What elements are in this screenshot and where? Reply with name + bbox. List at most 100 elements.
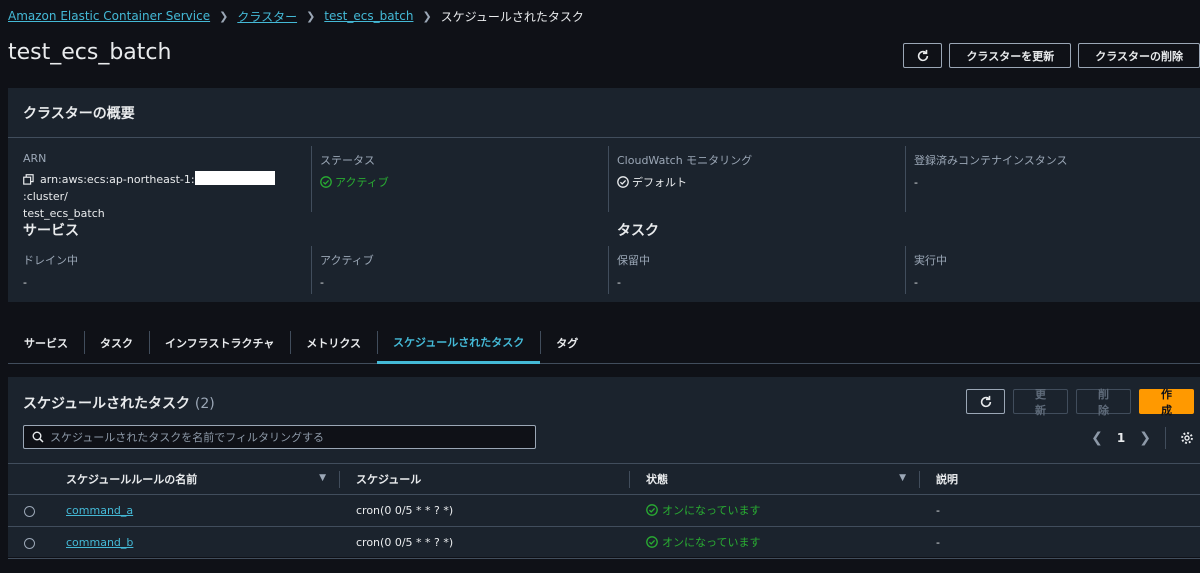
running-label: 実行中	[914, 254, 947, 267]
current-page[interactable]: 1	[1117, 431, 1125, 445]
column-header-rule-name[interactable]: スケジュールルールの名前 ▼	[50, 464, 340, 495]
column-header-label: スケジュールルールの名前	[66, 473, 198, 486]
tasks-title-text: スケジュールされたタスク	[23, 396, 191, 412]
check-circle-icon	[617, 176, 629, 188]
tab-services[interactable]: サービス	[8, 323, 84, 363]
description-cell: -	[936, 504, 940, 517]
arn-cell: ARN arn:aws:ecs:ap-northeast-1::cluster/…	[23, 152, 303, 222]
cluster-overview-panel: クラスターの概要 ARN arn:aws:ecs:ap-northeast-1:…	[8, 88, 1200, 302]
row-radio[interactable]	[24, 537, 35, 549]
breadcrumb-current: スケジュールされたタスク	[440, 9, 584, 24]
divider	[608, 246, 609, 294]
check-circle-icon	[646, 504, 658, 516]
page-title: test_ecs_batch	[8, 40, 172, 65]
table-header-row: スケジュールルールの名前 ▼ スケジュール 状態 ▼ 説明	[8, 463, 1200, 495]
instances-cell: 登録済みコンテナインスタンス -	[914, 152, 1068, 191]
sort-down-icon[interactable]: ▼	[319, 473, 326, 483]
tab-metrics[interactable]: メトリクス	[290, 323, 377, 363]
schedule-cell: cron(0 0/5 * * ? *)	[356, 536, 454, 549]
active-cell: アクティブ -	[320, 252, 374, 291]
copy-icon[interactable]	[23, 174, 34, 185]
cloudwatch-cell: CloudWatch モニタリング デフォルト	[617, 152, 752, 191]
scheduled-tasks-table: スケジュールルールの名前 ▼ スケジュール 状態 ▼ 説明 command_a …	[8, 463, 1200, 559]
state-text: オンになっています	[662, 536, 761, 549]
settings-icon[interactable]	[1180, 431, 1194, 445]
tab-scheduled-tasks[interactable]: スケジュールされたタスク	[377, 323, 541, 364]
table-row: command_b cron(0 0/5 * * ? *) オンになっています …	[8, 527, 1200, 559]
arn-suffix: :cluster/	[23, 190, 68, 203]
breadcrumb: Amazon Elastic Container Service ❯ クラスター…	[8, 7, 584, 25]
running-value: -	[914, 276, 918, 289]
tasks-title: スケジュールされたタスク (2)	[23, 393, 215, 413]
cluster-tabs: サービス タスク インフラストラクチャ メトリクス スケジュールされたタスク タ…	[8, 323, 1200, 364]
instances-value: -	[914, 176, 918, 189]
schedule-cell: cron(0 0/5 * * ? *)	[356, 504, 454, 517]
running-cell: 実行中 -	[914, 252, 947, 291]
column-header-schedule: スケジュール	[340, 464, 630, 495]
overview-title: クラスターの概要	[8, 88, 1200, 138]
arn-prefix: arn:aws:ecs:ap-northeast-1:	[40, 173, 195, 186]
cloudwatch-text: デフォルト	[632, 176, 687, 189]
arn-cluster-name: test_ecs_batch	[23, 207, 105, 220]
next-page-icon[interactable]: ❯	[1139, 430, 1151, 446]
draining-value: -	[23, 276, 27, 289]
pagination: ❮ 1 ❯	[1091, 427, 1194, 449]
row-select-cell	[8, 527, 50, 559]
divider	[1165, 427, 1166, 449]
refresh-icon	[980, 395, 991, 407]
column-header-description: 説明	[920, 464, 1200, 495]
rule-name-link[interactable]: command_b	[66, 536, 133, 549]
search-box	[23, 425, 536, 449]
check-circle-icon	[320, 176, 332, 188]
update-task-button[interactable]: 更新	[1013, 388, 1068, 417]
refresh-icon	[917, 49, 929, 61]
delete-cluster-button[interactable]: クラスターの削除	[1078, 43, 1200, 68]
prev-page-icon[interactable]: ❮	[1091, 430, 1103, 446]
sort-down-icon[interactable]: ▼	[899, 473, 906, 483]
update-cluster-button[interactable]: クラスターを更新	[949, 43, 1072, 68]
status-cell: ステータス アクティブ	[320, 152, 389, 191]
column-header-label: 説明	[936, 473, 958, 486]
state-cell: オンになっています	[630, 495, 920, 527]
description-cell: -	[936, 536, 940, 549]
pending-label: 保留中	[617, 254, 650, 267]
refresh-tasks-button[interactable]	[966, 389, 1005, 414]
state-text: オンになっています	[662, 504, 761, 517]
tab-tasks[interactable]: タスク	[84, 323, 149, 363]
status-value: アクティブ	[320, 174, 389, 191]
tab-tags[interactable]: タグ	[540, 323, 594, 363]
search-input[interactable]	[50, 430, 520, 444]
rule-name-cell: command_b	[50, 527, 340, 559]
tab-infrastructure[interactable]: インフラストラクチャ	[149, 323, 290, 363]
row-radio[interactable]	[24, 505, 35, 517]
chevron-right-icon: ❯	[422, 9, 432, 23]
divider	[311, 146, 312, 212]
tasks-count: (2)	[194, 396, 215, 412]
column-header-label: スケジュール	[356, 473, 422, 486]
table-row: command_a cron(0 0/5 * * ? *) オンになっています …	[8, 495, 1200, 527]
instances-label: 登録済みコンテナインスタンス	[914, 154, 1068, 167]
divider	[905, 246, 906, 294]
rule-name-link[interactable]: command_a	[66, 504, 133, 517]
cloudwatch-label: CloudWatch モニタリング	[617, 154, 753, 167]
create-task-button[interactable]: 作成	[1139, 388, 1194, 417]
divider	[311, 246, 312, 294]
select-column-header	[8, 464, 50, 495]
breadcrumb-ecs[interactable]: Amazon Elastic Container Service	[8, 9, 210, 23]
pending-value: -	[617, 276, 621, 289]
arn-value: arn:aws:ecs:ap-northeast-1::cluster/ tes…	[23, 171, 303, 222]
active-label: アクティブ	[320, 254, 374, 267]
refresh-cluster-button[interactable]	[903, 43, 943, 68]
tasks-heading: タスク	[617, 223, 659, 239]
column-header-state[interactable]: 状態 ▼	[630, 464, 920, 495]
delete-task-button[interactable]: 削除	[1076, 388, 1131, 417]
breadcrumb-clusters[interactable]: クラスター	[237, 8, 297, 25]
pending-cell: 保留中 -	[617, 252, 650, 291]
search-icon	[32, 431, 44, 443]
breadcrumb-cluster[interactable]: test_ecs_batch	[324, 9, 413, 23]
draining-cell: ドレイン中 -	[23, 252, 78, 291]
arn-redacted	[194, 171, 275, 185]
status-label: ステータス	[320, 154, 375, 167]
state-cell: オンになっています	[630, 527, 920, 559]
cloudwatch-value: デフォルト	[617, 174, 752, 191]
